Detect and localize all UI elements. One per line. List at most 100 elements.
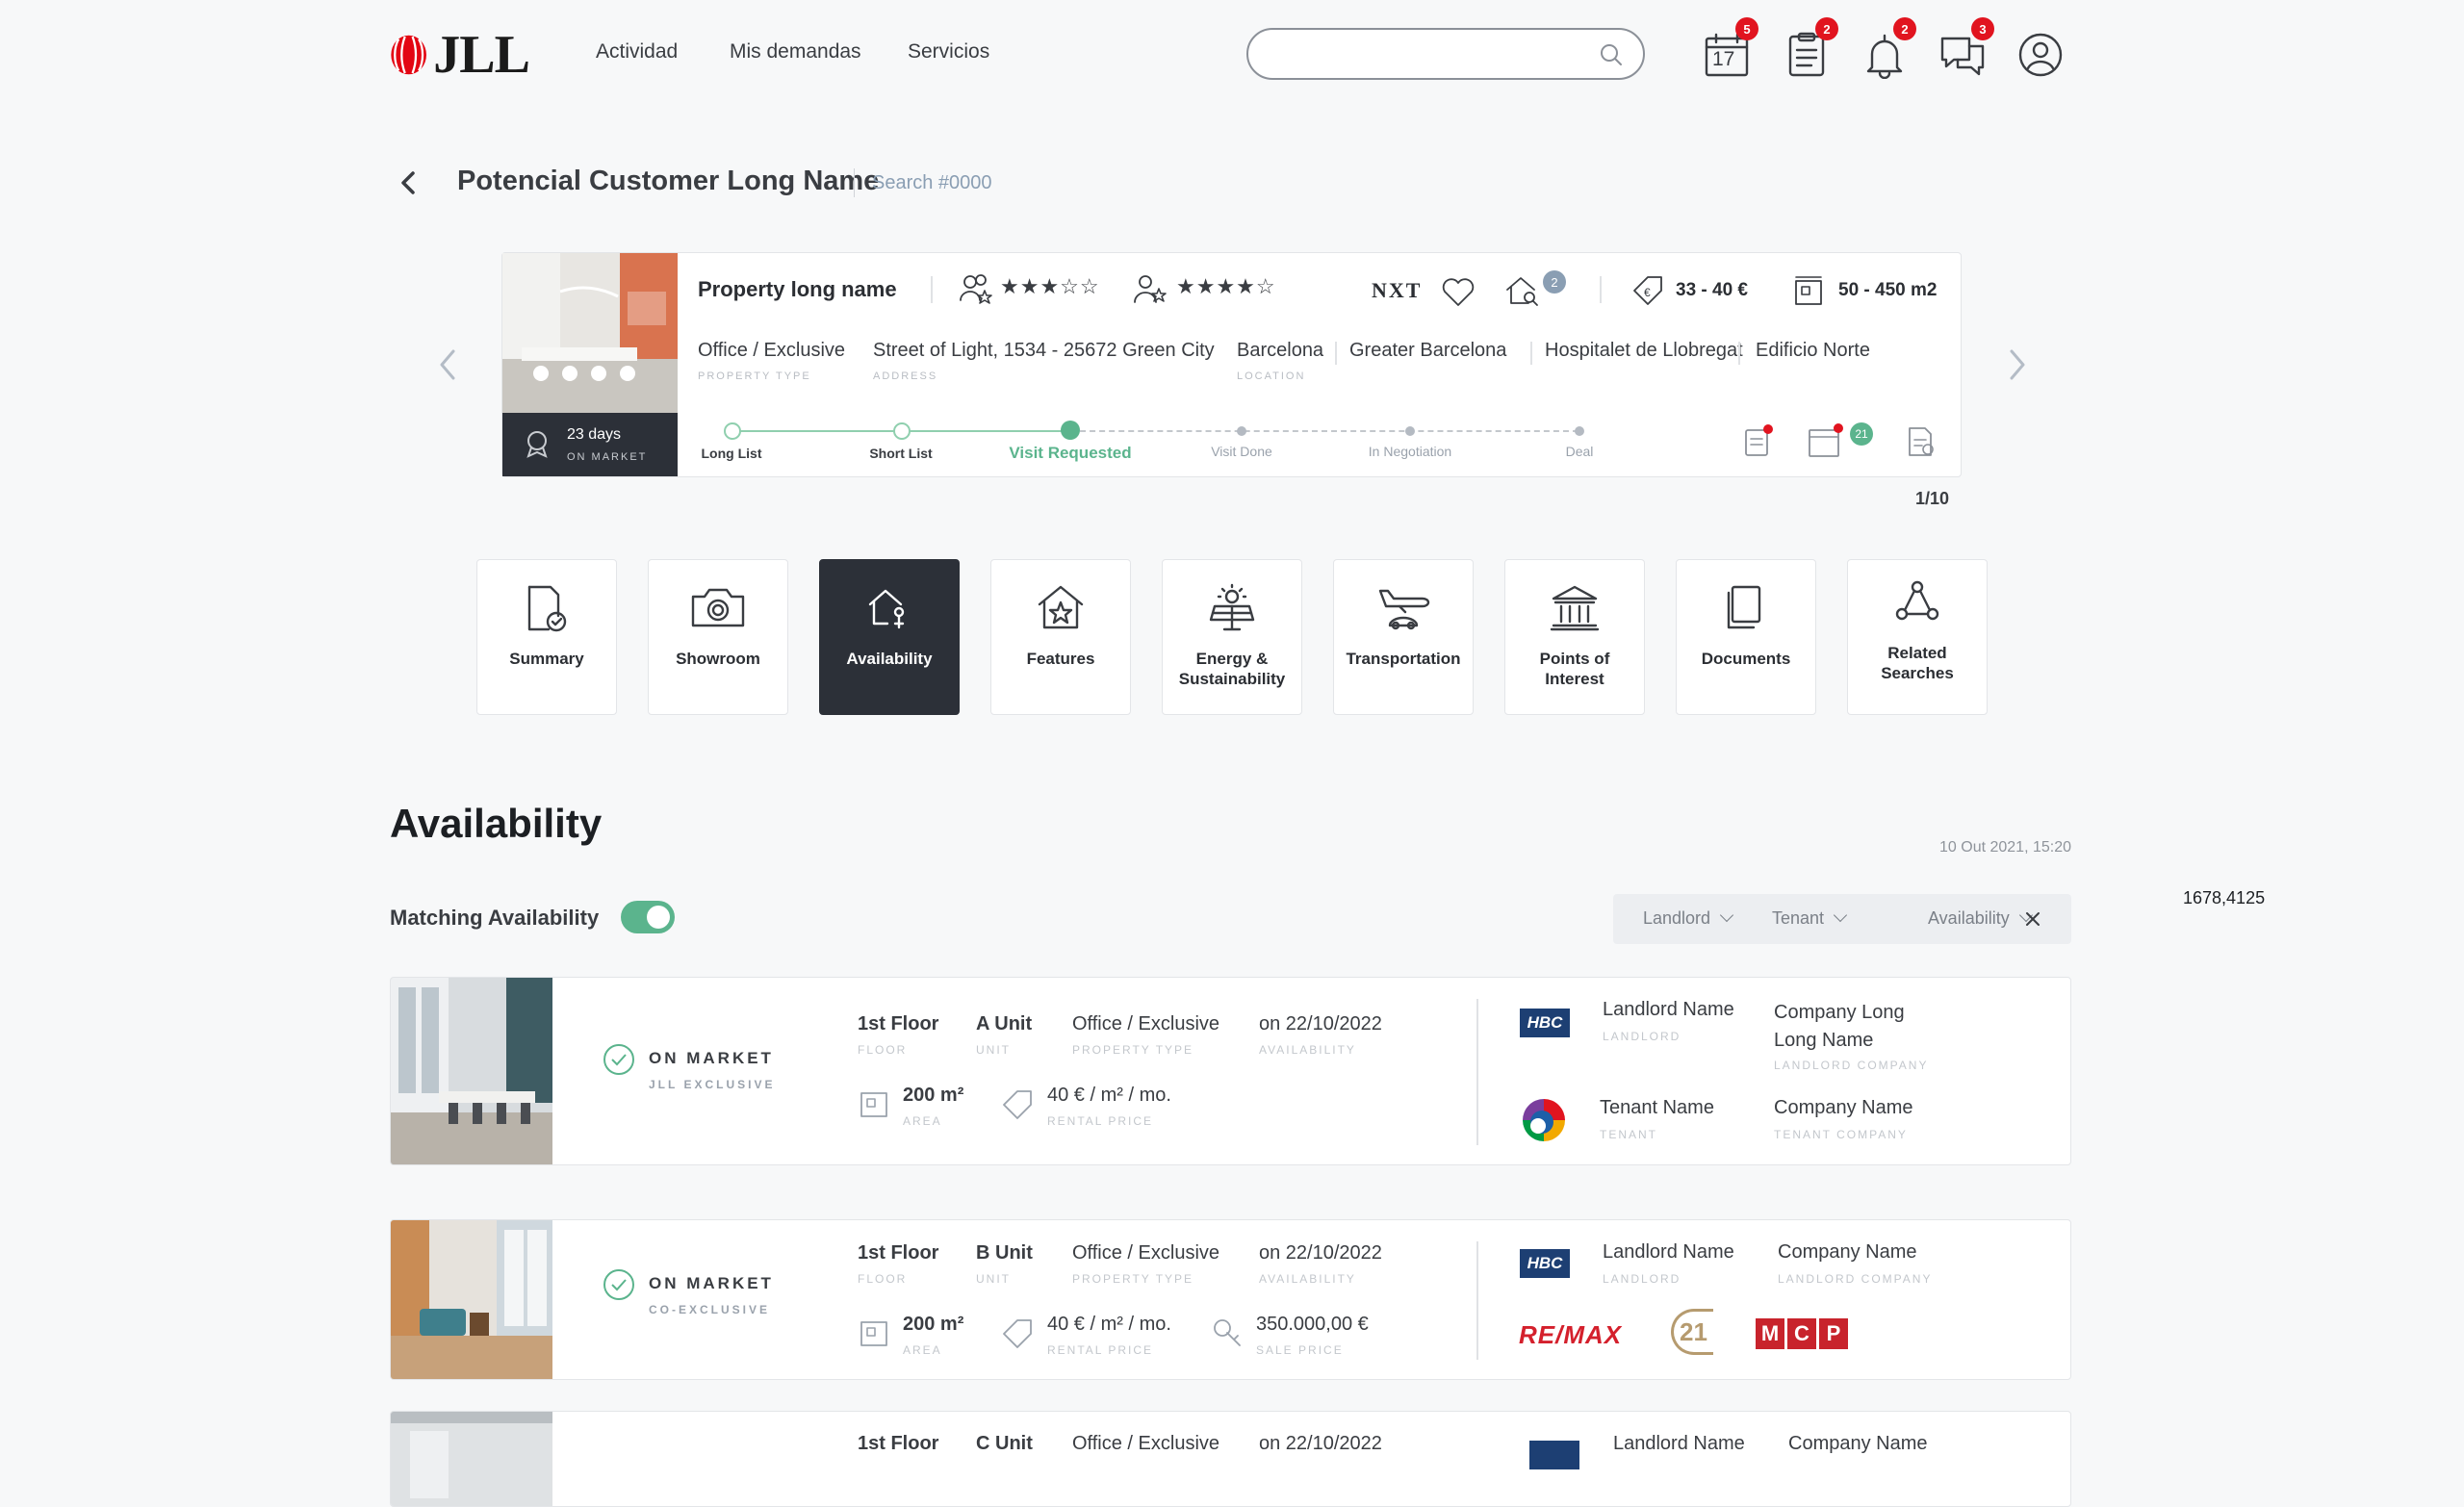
prev-property-arrow-icon[interactable] [428, 336, 467, 394]
messages-button[interactable]: 3 [1938, 17, 1994, 81]
tab-features-label: Features [1026, 650, 1095, 668]
status-sub: CO-EXCLUSIVE [649, 1303, 771, 1316]
sale-value: 350.000,00 € [1256, 1314, 1369, 1335]
building-name: Edificio Norte [1756, 340, 1870, 361]
customer-rating-icon [960, 274, 992, 304]
nav-mis-demandas[interactable]: Mis demandas [730, 40, 861, 64]
agent-rating: ★★★★☆ [1176, 274, 1276, 298]
step-visit-done[interactable]: Visit Done [1194, 444, 1290, 459]
search-id[interactable]: Search #0000 [854, 168, 992, 197]
tab-summary[interactable]: Summary [476, 559, 617, 715]
calendar-day: 17 [1712, 48, 1735, 70]
availability-row[interactable]: ON MARKET JLL EXCLUSIVE 1st Floor FLOOR … [390, 977, 2071, 1165]
tab-energy[interactable]: Energy & Sustainability [1162, 559, 1302, 715]
calendar-button[interactable]: 17 5 [1703, 17, 1758, 81]
area-label: AREA [903, 1114, 942, 1128]
rent-tag-icon [1003, 1090, 1032, 1119]
notifications-button[interactable]: 2 [1861, 17, 1916, 81]
step-short-list[interactable]: Short List [860, 446, 941, 461]
landlord-company[interactable]: Company Name [1788, 1433, 1928, 1455]
days-value: 23 days [567, 426, 622, 443]
check-circle-icon [603, 1269, 634, 1300]
mcp-logo: M C P [1756, 1318, 1848, 1349]
area-value: 200 m² [903, 1085, 964, 1106]
tab-documents-label: Documents [1701, 650, 1791, 668]
floor-value: 1st Floor [858, 1433, 939, 1454]
location-label: LOCATION [1237, 370, 1306, 382]
filter-tenant[interactable]: Tenant [1772, 908, 1845, 929]
nav-servicios[interactable]: Servicios [908, 40, 989, 64]
step-visit-requested[interactable]: Visit Requested [1003, 444, 1138, 463]
messages-badge: 3 [1971, 17, 1994, 40]
profile-button[interactable] [2016, 31, 2066, 81]
tab-features[interactable]: Features [990, 559, 1131, 715]
logo-text: JLL [433, 25, 530, 85]
property-card[interactable]: 23 days ON MARKET Property long name ★★★… [501, 252, 1962, 477]
check-circle-icon [603, 1044, 634, 1075]
tab-availability[interactable]: Availability [819, 559, 960, 715]
tasks-button[interactable]: 2 [1783, 17, 1838, 81]
step-visit-done-dot [1237, 426, 1246, 436]
unit-value: B Unit [976, 1242, 1033, 1264]
availability-row[interactable]: ON MARKET CO-EXCLUSIVE 1st Floor FLOOR B… [390, 1219, 2071, 1380]
tab-points-of-interest-label: Points of Interest [1539, 650, 1610, 688]
unit-photo [391, 1412, 552, 1506]
step-deal[interactable]: Deal [1551, 444, 1608, 459]
landlord-company[interactable]: Company Name [1778, 1241, 1917, 1264]
back-arrow-icon[interactable] [390, 164, 428, 202]
tab-transportation[interactable]: Transportation [1333, 559, 1474, 715]
landlord-name[interactable]: Landlord Name [1613, 1433, 1745, 1455]
property-tasks-icon[interactable] [1741, 424, 1774, 459]
tab-points-of-interest[interactable]: Points of Interest [1504, 559, 1645, 715]
next-property-arrow-icon[interactable] [1998, 336, 2037, 394]
landlord-name[interactable]: Landlord Name [1603, 1241, 1734, 1264]
availability-date: on 22/10/2022 [1259, 1242, 1382, 1264]
tab-related-searches-label: Related Searches [1881, 644, 1954, 682]
availability-row[interactable]: 1st Floor C Unit Office / Exclusive on 2… [390, 1411, 2071, 1507]
customer-name: Potencial Customer Long Name [457, 166, 880, 196]
property-type-label: PROPERTY TYPE [698, 370, 811, 382]
status-label: ON MARKET [649, 1049, 774, 1067]
property-name[interactable]: Property long name [698, 277, 897, 302]
unit-label: UNIT [976, 1272, 1011, 1286]
rent-label: RENTAL PRICE [1047, 1114, 1154, 1128]
filter-landlord[interactable]: Landlord [1643, 908, 1732, 929]
tab-showroom[interactable]: Showroom [648, 559, 788, 715]
area-icon [1795, 276, 1822, 305]
property-report-icon[interactable] [1905, 424, 1938, 459]
step-long-list[interactable]: Long List [701, 446, 762, 461]
calendar-badge: 5 [1735, 17, 1758, 40]
step-visit-requested-dot [1061, 421, 1080, 440]
tenant-company-label: TENANT COMPANY [1774, 1128, 1908, 1141]
house-search-icon[interactable] [1503, 272, 1540, 309]
tab-availability-label: Availability [846, 650, 933, 668]
tenant-name[interactable]: Tenant Name [1600, 1097, 1714, 1119]
unit-photo [391, 1220, 552, 1379]
search-input[interactable] [1270, 39, 1578, 68]
user-icon [2018, 33, 2063, 77]
availability-date: on 22/10/2022 [1259, 1433, 1382, 1454]
tab-energy-label: Energy & Sustainability [1178, 650, 1286, 688]
landlord-company[interactable]: Company Long Long Name [1774, 999, 1938, 1055]
location-district: Hospitalet de Llobregat [1545, 340, 1743, 361]
landlord-name[interactable]: Landlord Name [1603, 999, 1734, 1021]
heart-icon[interactable] [1440, 276, 1476, 309]
tab-documents[interactable]: Documents [1676, 559, 1816, 715]
tab-transportation-label: Transportation [1346, 650, 1461, 668]
area-icon [860, 1092, 887, 1117]
property-calendar-icon[interactable] [1806, 422, 1844, 459]
landlord-logo: HBC [1520, 1009, 1570, 1037]
tenant-company[interactable]: Company Name [1774, 1097, 1913, 1119]
matching-toggle[interactable] [621, 901, 675, 933]
section-title: Availability [390, 801, 603, 846]
search-icon[interactable] [1599, 42, 1624, 67]
nav-actividad[interactable]: Actividad [596, 40, 678, 64]
location-city: Barcelona [1237, 340, 1324, 361]
jll-logo[interactable]: JLL [390, 21, 530, 89]
tab-related-searches[interactable]: Related Searches [1847, 559, 1988, 715]
availability-label: AVAILABILITY [1259, 1272, 1356, 1286]
clear-filters-icon[interactable] [2023, 909, 2042, 929]
step-in-negotiation[interactable]: In Negotiation [1352, 444, 1468, 459]
landlord-company-label: LANDLORD COMPANY [1778, 1272, 1933, 1286]
filter-availability[interactable]: Availability [1928, 908, 2031, 929]
